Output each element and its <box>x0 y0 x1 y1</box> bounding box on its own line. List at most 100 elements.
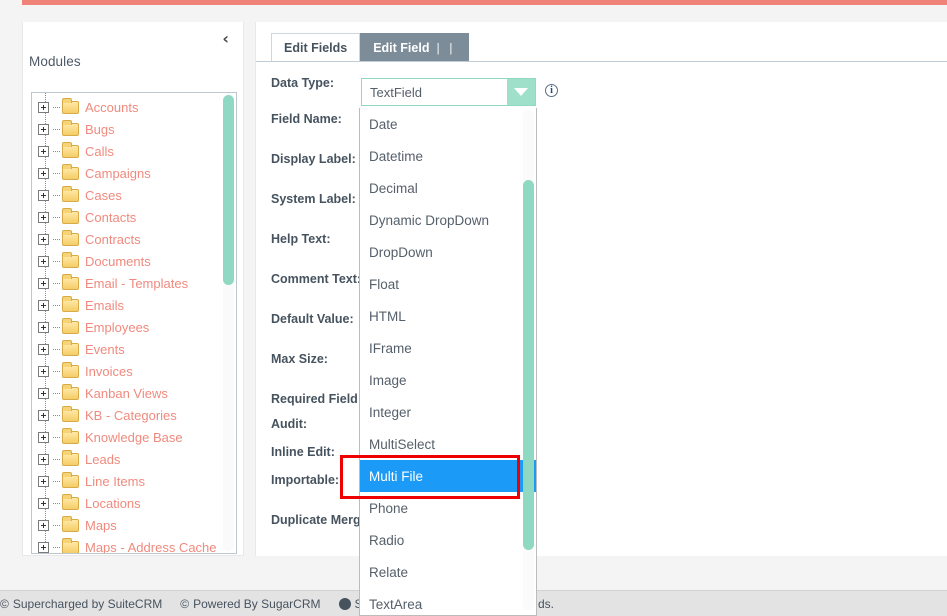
expand-plus-icon[interactable] <box>38 189 49 201</box>
dropdown-option-decimal[interactable]: Decimal <box>360 172 536 204</box>
modules-tree[interactable]: Accounts Bugs Calls Campaigns Cases Contacts C… <box>31 92 237 554</box>
tree-item-contacts[interactable]: Contacts <box>32 206 236 228</box>
dropdown-option-iframe[interactable]: IFrame <box>360 332 536 364</box>
dropdown-option-float[interactable]: Float <box>360 268 536 300</box>
expand-plus-icon[interactable] <box>38 299 49 311</box>
expand-plus-icon[interactable] <box>38 453 49 465</box>
dropdown-option-textarea[interactable]: TextArea <box>360 588 536 615</box>
folder-icon <box>62 273 79 290</box>
tree-item-documents[interactable]: Documents <box>32 250 236 272</box>
tree-connector <box>53 370 60 372</box>
tree-item-leads[interactable]: Leads <box>32 448 236 470</box>
expand-plus-icon[interactable] <box>38 519 49 531</box>
tree-connector <box>53 150 60 152</box>
folder-icon <box>62 185 79 202</box>
expand-plus-icon[interactable] <box>38 387 49 399</box>
tree-item-contracts[interactable]: Contracts <box>32 228 236 250</box>
tree-item-kb-categories[interactable]: KB - Categories <box>32 404 236 426</box>
sidebar-scrollbar-track[interactable] <box>223 95 234 551</box>
expand-plus-icon[interactable] <box>38 277 49 289</box>
tree-item-bugs[interactable]: Bugs <box>32 118 236 140</box>
tree-connector <box>53 260 60 262</box>
form-label-data-type: Data Type: <box>271 76 334 90</box>
tab-label: Edit Field <box>373 40 430 55</box>
dropdown-option-radio[interactable]: Radio <box>360 524 536 556</box>
tab-edit-field[interactable]: Edit Field | | <box>360 33 469 62</box>
tree-item-employees[interactable]: Employees <box>32 316 236 338</box>
folder-icon <box>62 141 79 158</box>
tree-item-campaigns[interactable]: Campaigns <box>32 162 236 184</box>
tab-edit-fields[interactable]: Edit Fields <box>271 33 361 62</box>
tree-item-events[interactable]: Events <box>32 338 236 360</box>
tree-item-locations[interactable]: Locations <box>32 492 236 514</box>
tree-item-maps-address-cache[interactable]: Maps - Address Cache <box>32 536 236 554</box>
dropdown-options: Date Datetime Decimal Dynamic DropDown DropD… <box>360 108 536 615</box>
tree-item-label: Knowledge Base <box>85 429 183 445</box>
expand-plus-icon[interactable] <box>38 343 49 355</box>
tree-item-label: Emails <box>85 297 125 313</box>
data-type-select-box[interactable]: TextField <box>361 78 536 106</box>
close-icon[interactable]: | | <box>436 42 455 54</box>
collapse-chevron-icon[interactable]: ‹ <box>222 31 229 47</box>
tree-connector <box>53 546 60 548</box>
expand-plus-icon[interactable] <box>38 497 49 509</box>
dropdown-option-phone[interactable]: Phone <box>360 492 536 524</box>
form-label-field-name: Field Name: <box>271 112 342 126</box>
data-type-select[interactable]: TextField <box>361 78 536 106</box>
dropdown-option-html[interactable]: HTML <box>360 300 536 332</box>
expand-plus-icon[interactable] <box>38 123 49 135</box>
folder-icon <box>62 317 79 334</box>
tree-item-emails[interactable]: Emails <box>32 294 236 316</box>
expand-plus-icon[interactable] <box>38 541 49 553</box>
expand-plus-icon[interactable] <box>38 321 49 333</box>
data-type-dropdown-list[interactable]: Date Datetime Decimal Dynamic DropDown DropD… <box>359 108 537 616</box>
tree-item-calls[interactable]: Calls <box>32 140 236 162</box>
tree-item-accounts[interactable]: Accounts <box>32 96 236 118</box>
tree-item-email-templates[interactable]: Email - Templates <box>32 272 236 294</box>
dropdown-option-multiselect[interactable]: MultiSelect <box>360 428 536 460</box>
expand-plus-icon[interactable] <box>38 431 49 443</box>
sidebar-scrollbar-thumb[interactable] <box>223 95 234 285</box>
form-label-help-text: Help Text: <box>271 232 331 246</box>
expand-plus-icon[interactable] <box>38 409 49 421</box>
tree-connector <box>53 282 60 284</box>
expand-plus-icon[interactable] <box>38 255 49 267</box>
tree-item-cases[interactable]: Cases <box>32 184 236 206</box>
tree-item-invoices[interactable]: Invoices <box>32 360 236 382</box>
dropdown-option-image[interactable]: Image <box>360 364 536 396</box>
dropdown-option-relate[interactable]: Relate <box>360 556 536 588</box>
dropdown-option-datetime[interactable]: Datetime <box>360 140 536 172</box>
folder-icon <box>62 97 79 114</box>
tree-item-label: Invoices <box>85 363 133 379</box>
copyright-icon: © <box>180 597 190 611</box>
tree-item-line-items[interactable]: Line Items <box>32 470 236 492</box>
dropdown-option-integer[interactable]: Integer <box>360 396 536 428</box>
info-icon[interactable]: i <box>545 84 558 97</box>
tree-item-kanban-views[interactable]: Kanban Views <box>32 382 236 404</box>
folder-icon <box>62 471 79 488</box>
top-spacer <box>0 5 947 20</box>
expand-plus-icon[interactable] <box>38 233 49 245</box>
dropdown-option-multi-file[interactable]: Multi File <box>360 460 536 492</box>
globe-icon <box>338 598 351 610</box>
tree-connector <box>53 172 60 174</box>
expand-plus-icon[interactable] <box>38 475 49 487</box>
expand-plus-icon[interactable] <box>38 365 49 377</box>
expand-plus-icon[interactable] <box>38 101 49 113</box>
modules-tree-list: Accounts Bugs Calls Campaigns Cases Contacts C… <box>32 93 236 554</box>
expand-plus-icon[interactable] <box>38 211 49 223</box>
tree-item-knowledge-base[interactable]: Knowledge Base <box>32 426 236 448</box>
dropdown-option-dropdown[interactable]: DropDown <box>360 236 536 268</box>
chevron-down-icon[interactable] <box>507 79 535 105</box>
dropdown-scrollbar-track[interactable] <box>523 110 534 610</box>
dropdown-option-dynamic-dropdown[interactable]: Dynamic DropDown <box>360 204 536 236</box>
dropdown-option-date[interactable]: Date <box>360 108 536 140</box>
folder-icon <box>62 383 79 400</box>
tree-item-label: Kanban Views <box>85 385 168 401</box>
tree-item-maps[interactable]: Maps <box>32 514 236 536</box>
dropdown-scrollbar-thumb[interactable] <box>523 180 534 550</box>
tree-item-label: Maps - Address Cache <box>85 539 217 554</box>
expand-plus-icon[interactable] <box>38 167 49 179</box>
tree-connector <box>53 348 60 350</box>
expand-plus-icon[interactable] <box>38 145 49 157</box>
